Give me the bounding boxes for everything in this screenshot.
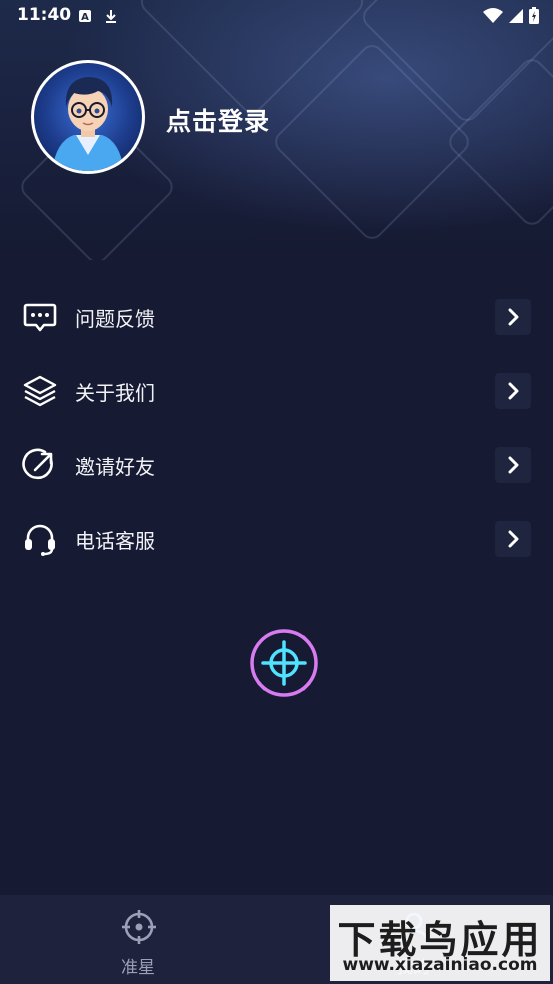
- menu-item-invite[interactable]: 邀请好友: [0, 437, 553, 493]
- menu-item-label: 电话客服: [75, 528, 155, 553]
- menu-item-label: 问题反馈: [75, 306, 155, 331]
- menu-item-phone-support[interactable]: 电话客服: [0, 511, 553, 567]
- login-button[interactable]: 点击登录: [166, 102, 270, 138]
- watermark-url-text: www.xiazainiao.com: [342, 955, 538, 975]
- chevron-right-icon: [495, 299, 531, 335]
- chevron-right-icon: [495, 447, 531, 483]
- status-time: 11:40: [17, 5, 72, 25]
- status-right-icons: [483, 7, 539, 28]
- menu-item-feedback[interactable]: 问题反馈: [0, 289, 553, 345]
- tab-crosshair[interactable]: 准星: [38, 895, 238, 984]
- crosshair-icon: [121, 909, 157, 945]
- share-arrow-icon: [22, 447, 58, 483]
- cartoon-avatar-icon: [52, 77, 124, 171]
- watermark: 下载鸟应用 www.xiazainiao.com: [330, 905, 550, 981]
- menu-item-label: 邀请好友: [75, 454, 155, 479]
- headset-icon: [22, 521, 58, 557]
- battery-icon: [529, 7, 539, 28]
- chevron-right-icon: [495, 521, 531, 557]
- layers-icon: [22, 373, 58, 409]
- a-notification-icon: A: [78, 8, 92, 23]
- chevron-right-icon: [495, 373, 531, 409]
- feedback-chat-icon: [22, 299, 58, 335]
- signal-icon: [509, 8, 523, 27]
- menu-item-about[interactable]: 关于我们: [0, 363, 553, 419]
- status-bar: 11:40 A: [0, 0, 553, 32]
- avatar[interactable]: [31, 60, 145, 174]
- wifi-icon: [483, 7, 503, 28]
- download-icon: [104, 8, 118, 23]
- svg-text:A: A: [81, 12, 89, 23]
- crosshair-logo-icon: [248, 627, 320, 699]
- menu-item-label: 关于我们: [75, 380, 155, 405]
- tab-label: 准星: [121, 958, 155, 978]
